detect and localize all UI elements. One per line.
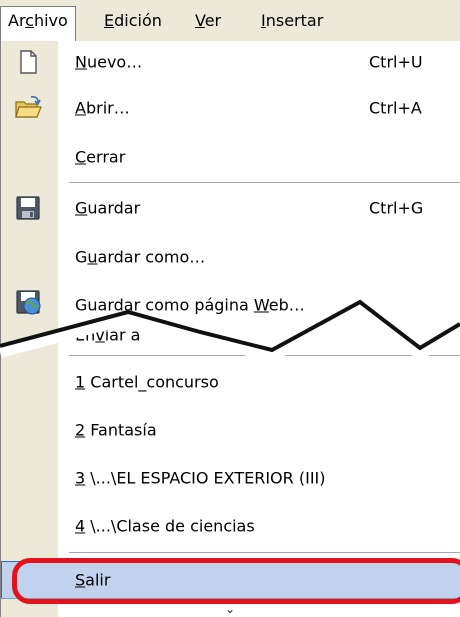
tear-line-decoration — [0, 299, 460, 363]
